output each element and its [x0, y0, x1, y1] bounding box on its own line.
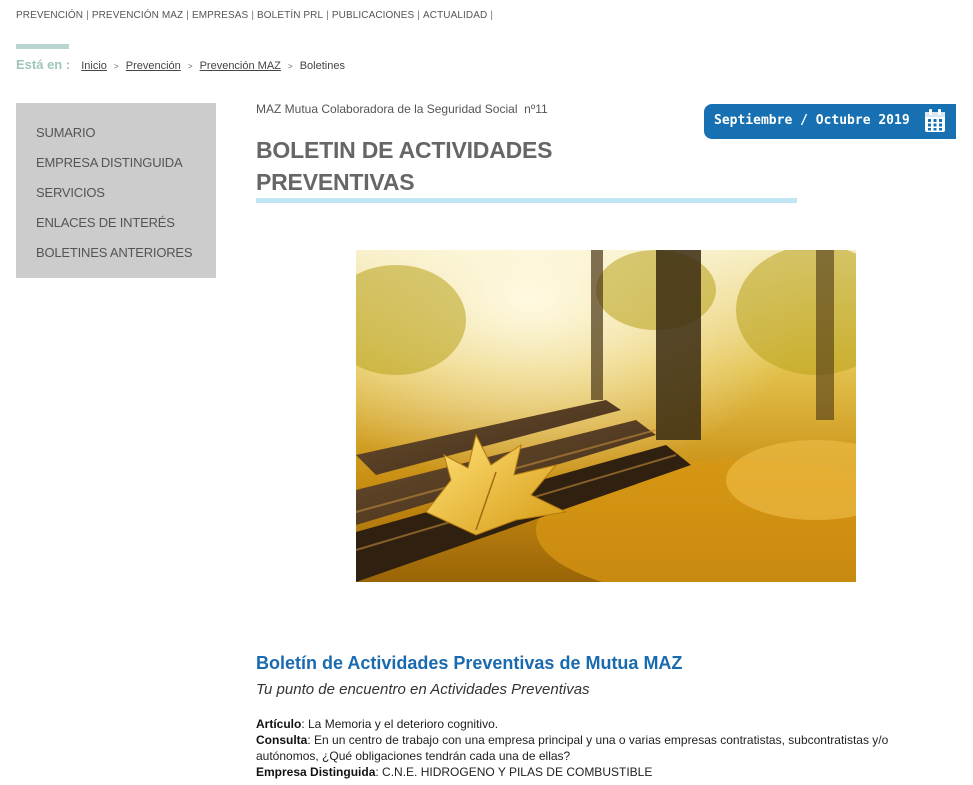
- date-badge-text: Septiembre / Octubre 2019: [714, 113, 910, 128]
- summary-entry-empresa: Empresa Distinguida: C.N.E. HIDROGENO Y …: [256, 764, 946, 780]
- breadcrumb-arrow-icon: >: [114, 62, 119, 71]
- page-title-line1: BOLETIN DE ACTIVIDADES: [256, 137, 553, 163]
- top-nav-publicaciones[interactable]: PUBLICACIONES: [332, 10, 414, 21]
- section-subtitle: Tu punto de encuentro en Actividades Pre…: [256, 681, 590, 698]
- top-nav-separator: |: [490, 10, 494, 21]
- sidebar-item-empresa-distinguida[interactable]: EMPRESA DISTINGUIDA: [36, 149, 216, 179]
- summary-entry-articulo: Artículo: La Memoria y el deterioro cogn…: [256, 716, 946, 732]
- entry-text: : C.N.E. HIDROGENO Y PILAS DE COMBUSTIBL…: [375, 765, 653, 779]
- breadcrumb-prevencion[interactable]: Prevención: [126, 60, 181, 72]
- entry-text: : En un centro de trabajo con una empres…: [256, 733, 889, 763]
- top-nav-separator: |: [186, 10, 189, 21]
- top-nav-separator: |: [326, 10, 329, 21]
- top-nav-prevencion[interactable]: PREVENCIÓN: [16, 10, 83, 21]
- page-title: BOLETIN DE ACTIVIDADES PREVENTIVAS: [256, 134, 553, 198]
- sidebar-item-sumario[interactable]: SUMARIO: [36, 119, 216, 149]
- breadcrumb-accent-line: [16, 44, 69, 49]
- top-nav-actualidad[interactable]: ACTUALIDAD: [423, 10, 487, 21]
- calendar-icon: [925, 109, 945, 132]
- autumn-leaf-photo: [356, 250, 856, 582]
- top-nav-boletin-prl[interactable]: BOLETÍN PRL: [257, 10, 323, 21]
- sidebar-menu: SUMARIO EMPRESA DISTINGUIDA SERVICIOS EN…: [16, 103, 216, 278]
- entry-label: Artículo: [256, 717, 302, 731]
- sidebar-item-servicios[interactable]: SERVICIOS: [36, 179, 216, 209]
- entry-label: Consulta: [256, 733, 308, 747]
- breadcrumb-prevencion-maz[interactable]: Prevención MAZ: [200, 60, 281, 72]
- top-nav-separator: |: [251, 10, 255, 21]
- top-nav: PREVENCIÓN | PREVENCIÓN MAZ | EMPRESAS | BOLET…: [16, 10, 496, 21]
- title-underline: [256, 198, 797, 203]
- entry-label: Empresa Distinguida: [256, 765, 376, 779]
- hero-image: [356, 250, 856, 582]
- top-nav-separator: |: [86, 10, 89, 21]
- breadcrumb-arrow-icon: >: [287, 62, 293, 71]
- date-badge: Septiembre / Octubre 2019: [704, 104, 956, 139]
- sidebar-item-boletines-anteriores[interactable]: BOLETINES ANTERIORES: [36, 239, 216, 269]
- breadcrumb-label: Está en :: [16, 57, 71, 72]
- bulletin-summary: Artículo: La Memoria y el deterioro cogn…: [256, 716, 946, 780]
- publication-subtitle: MAZ Mutua Colaboradora de la Seguridad S…: [256, 102, 548, 116]
- sidebar-item-enlaces[interactable]: ENLACES DE INTERÉS: [36, 209, 216, 239]
- breadcrumb-current: Boletines: [299, 60, 345, 72]
- summary-entry-consulta: Consulta: En un centro de trabajo con un…: [256, 732, 946, 764]
- page-title-line2: PREVENTIVAS: [256, 169, 415, 195]
- entry-text: : La Memoria y el deterioro cognitivo.: [301, 717, 499, 731]
- breadcrumb: Está en : Inicio > Prevención > Prevenci…: [16, 57, 345, 72]
- section-title: Boletín de Actividades Preventivas de Mu…: [256, 653, 683, 673]
- top-nav-separator: |: [417, 10, 420, 21]
- top-nav-prevencion-maz[interactable]: PREVENCIÓN MAZ: [92, 10, 183, 21]
- breadcrumb-inicio[interactable]: Inicio: [81, 60, 107, 72]
- top-nav-empresas[interactable]: EMPRESAS: [192, 10, 248, 21]
- breadcrumb-arrow-icon: >: [187, 62, 193, 71]
